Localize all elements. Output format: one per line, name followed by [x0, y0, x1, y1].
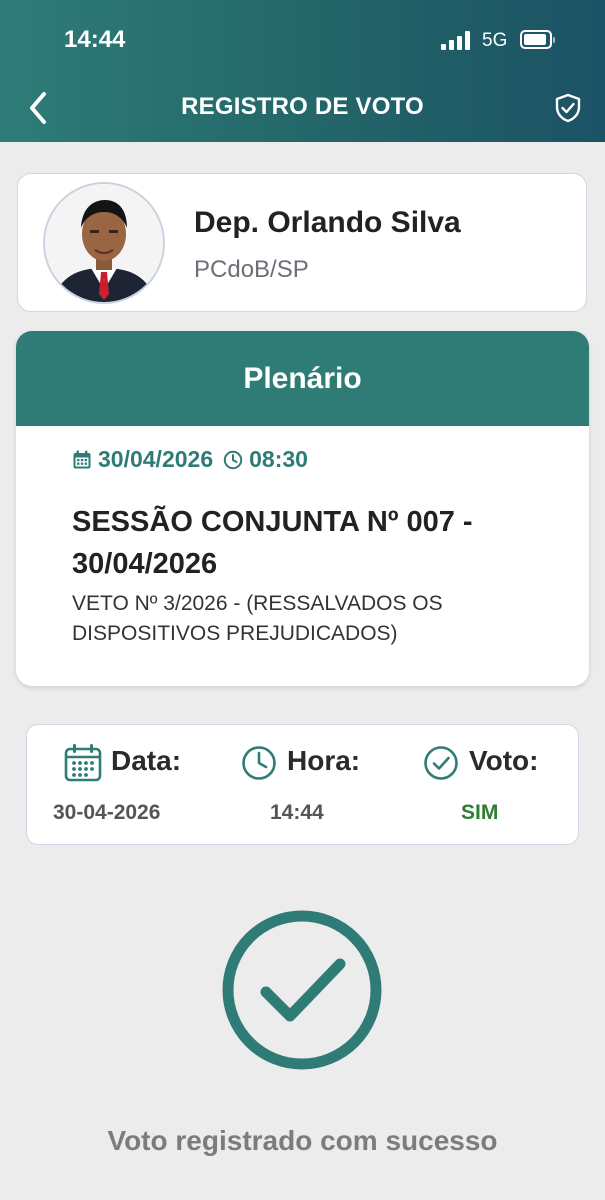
shield-check-icon — [555, 93, 581, 123]
session-time: 08:30 — [249, 446, 308, 472]
deputy-avatar — [43, 182, 165, 304]
shield-button[interactable] — [552, 92, 584, 124]
vote-info-card: Data: 30-04-2026 Hora: 14:44 Voto: SIM — [26, 724, 579, 845]
success-check-icon — [222, 910, 382, 1070]
clock-icon — [223, 450, 243, 469]
success-message: Voto registrado com sucesso — [107, 1125, 498, 1156]
session-location: Plenário — [16, 331, 589, 426]
session-title: SESSÃO CONJUNTA Nº 007 - 30/04/2026 — [72, 506, 473, 580]
vote-date-label: Data: — [111, 745, 182, 776]
deputy-name: Dep. Orlando Silva — [194, 206, 461, 239]
session-description: VETO Nº 3/2026 - (RESSALVADOS OS DISPOSI… — [72, 592, 443, 645]
clock-icon — [242, 746, 276, 780]
vote-time-label: Hora: — [287, 745, 361, 776]
vote-choice-label: Voto: — [469, 745, 539, 776]
deputy-party: PCdoB/SP — [194, 256, 309, 283]
signal-icon — [441, 30, 471, 50]
vote-choice-value: SIM — [461, 801, 499, 824]
calendar-icon — [64, 744, 102, 782]
session-datetime: 30/04/2026 08:30 — [72, 446, 308, 473]
network-type: 5G — [482, 30, 508, 51]
deputy-card: Dep. Orlando Silva PCdoB/SP — [17, 173, 587, 312]
vote-time-value: 14:44 — [270, 801, 324, 824]
status-time: 14:44 — [64, 26, 126, 53]
vote-date-value: 30-04-2026 — [53, 801, 161, 824]
session-card: Plenário 30/04/2026 08:30 SESSÃO CONJUNT… — [16, 331, 589, 686]
session-date: 30/04/2026 — [98, 446, 214, 472]
battery-icon — [520, 30, 555, 49]
check-circle-icon — [424, 746, 458, 780]
page-title: REGISTRO DE VOTO — [181, 93, 424, 120]
app-header: 14:44 5G REGISTRO DE VOTO — [0, 0, 605, 142]
calendar-icon — [73, 450, 91, 468]
